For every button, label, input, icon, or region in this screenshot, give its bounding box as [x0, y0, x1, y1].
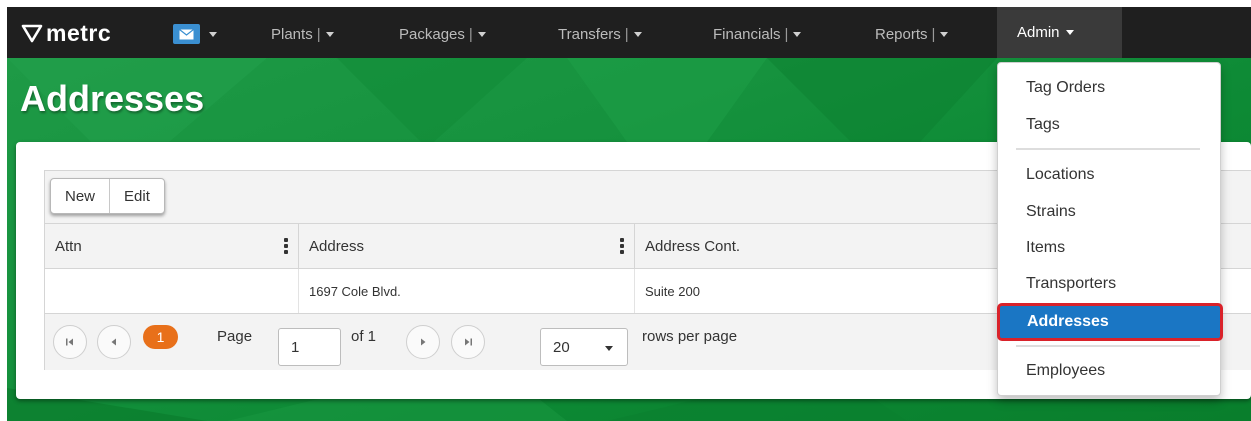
menu-item-strains[interactable]: Strains	[998, 198, 1220, 226]
chevron-down-icon	[605, 346, 613, 351]
nav-reports-label: Reports	[875, 25, 928, 43]
chevron-down-icon	[633, 31, 642, 37]
chevron-right-icon	[421, 338, 426, 346]
last-page-icon	[465, 338, 472, 346]
column-header-label: Address Cont.	[645, 237, 741, 255]
nav-transfers-label: Transfers	[558, 25, 621, 43]
page-title: Addresses	[20, 78, 205, 119]
prev-page-button[interactable]	[97, 325, 131, 359]
next-page-button[interactable]	[406, 325, 440, 359]
rows-per-page-select[interactable]: 20	[540, 328, 628, 366]
logo-text: metrc	[46, 19, 112, 46]
nav-packages[interactable]: Packages |	[399, 24, 486, 44]
rows-per-page-label: rows per page	[642, 328, 738, 345]
menu-divider	[1016, 148, 1200, 150]
menu-item-tag-orders[interactable]: Tag Orders	[998, 74, 1220, 102]
menu-divider	[1016, 345, 1200, 347]
column-header-attn[interactable]: Attn	[45, 224, 299, 268]
column-header-label: Attn	[55, 237, 82, 255]
page-label: Page	[217, 328, 253, 345]
chevron-down-icon	[209, 31, 217, 37]
top-navbar: metrc Plants | Packages | Transfers | Finan…	[7, 7, 1251, 58]
menu-item-addresses[interactable]: Addresses	[997, 303, 1223, 341]
toolbar-button-group: New Edit	[50, 178, 165, 214]
nav-financials[interactable]: Financials |	[713, 24, 802, 44]
column-menu-icon[interactable]	[284, 238, 288, 254]
nav-plants-label: Plants	[271, 25, 313, 43]
menu-item-transporters[interactable]: Transporters	[998, 270, 1220, 298]
menu-item-items[interactable]: Items	[998, 234, 1220, 262]
chevron-down-icon	[325, 31, 334, 37]
page-number-input[interactable]	[278, 328, 341, 366]
chevron-down-icon	[477, 31, 486, 37]
metrc-logo[interactable]: metrc	[21, 19, 111, 47]
chevron-down-icon	[1065, 30, 1074, 35]
menu-item-locations[interactable]: Locations	[998, 161, 1220, 189]
new-button[interactable]: New	[51, 179, 109, 213]
metrc-logo-icon	[21, 24, 43, 43]
cell-address: 1697 Cole Blvd.	[299, 269, 635, 313]
admin-dropdown-menu: Tag Orders Tags Locations Strains Items …	[997, 62, 1223, 396]
page-count-text: of 1	[351, 328, 377, 345]
cell-attn	[45, 269, 299, 313]
mail-icon	[173, 24, 200, 44]
first-page-button[interactable]	[53, 325, 87, 359]
rows-per-page-value: 20	[553, 338, 570, 356]
nav-admin[interactable]: Admin	[997, 7, 1122, 58]
column-header-address[interactable]: Address	[299, 224, 635, 268]
nav-reports[interactable]: Reports |	[875, 24, 949, 44]
first-page-icon	[66, 338, 73, 346]
chevron-left-icon	[111, 338, 116, 346]
current-page-badge[interactable]: 1	[143, 325, 178, 349]
nav-packages-label: Packages	[399, 25, 465, 43]
chevron-down-icon	[793, 31, 802, 37]
last-page-button[interactable]	[451, 325, 485, 359]
column-menu-icon[interactable]	[620, 238, 624, 254]
messages-button[interactable]	[173, 23, 217, 45]
chevron-down-icon	[940, 31, 949, 37]
nav-admin-label: Admin	[1017, 24, 1060, 41]
menu-item-employees[interactable]: Employees	[998, 357, 1220, 385]
column-header-label: Address	[309, 237, 365, 255]
menu-item-tags[interactable]: Tags	[998, 111, 1220, 139]
nav-transfers[interactable]: Transfers |	[558, 24, 642, 44]
edit-button[interactable]: Edit	[109, 179, 164, 213]
nav-financials-label: Financials	[713, 25, 781, 43]
nav-plants[interactable]: Plants |	[271, 24, 334, 44]
